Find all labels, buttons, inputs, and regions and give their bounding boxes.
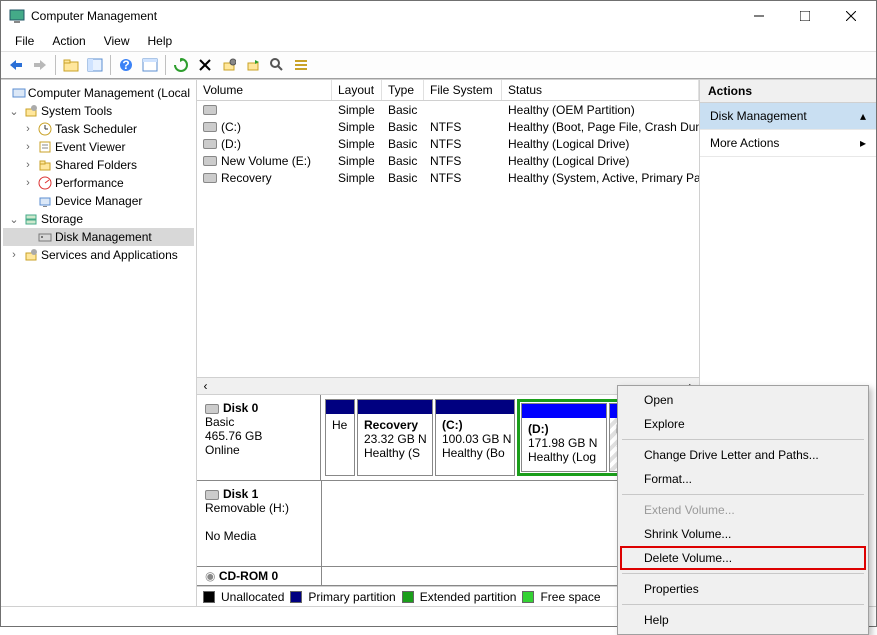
tree-task-scheduler[interactable]: ›Task Scheduler [3,120,194,138]
drive-icon [203,139,217,149]
minimize-button[interactable] [736,1,782,31]
menu-help[interactable]: Help [140,32,181,50]
disk1-info[interactable]: Disk 1 Removable (H:) No Media [197,481,322,566]
ctx-change-drive-letter[interactable]: Change Drive Letter and Paths... [620,443,866,467]
ctx-explore[interactable]: Explore [620,412,866,436]
volume-row[interactable]: New Volume (E:)SimpleBasicNTFSHealthy (L… [197,152,699,169]
menu-file[interactable]: File [7,32,42,50]
legend-swatch-unallocated [203,591,215,603]
show-hide-button[interactable] [84,54,106,76]
tree-shared-folders[interactable]: ›Shared Folders [3,156,194,174]
drive-icon [203,105,217,115]
maximize-button[interactable] [782,1,828,31]
volume-row[interactable]: (C:)SimpleBasicNTFSHealthy (Boot, Page F… [197,118,699,135]
disk-icon [205,404,219,414]
tree-storage[interactable]: ⌄Storage [3,210,194,228]
context-menu: Open Explore Change Drive Letter and Pat… [617,385,869,635]
up-button[interactable] [60,54,82,76]
nav-tree[interactable]: Computer Management (Local ⌄System Tools… [1,80,197,606]
forward-button[interactable] [29,54,51,76]
tree-device-manager[interactable]: Device Manager [3,192,194,210]
titlebar[interactable]: Computer Management [1,1,876,31]
legend-label: Extended partition [420,590,517,604]
legend-swatch-extended [402,591,414,603]
tree-root[interactable]: Computer Management (Local [3,84,194,102]
col-filesystem[interactable]: File System [424,80,502,100]
back-button[interactable] [5,54,27,76]
volume-list-header[interactable]: Volume Layout Type File System Status [197,80,699,101]
ctx-format[interactable]: Format... [620,467,866,491]
tree-performance[interactable]: ›Performance [3,174,194,192]
partition[interactable]: Recovery23.32 GB NHealthy (S [357,399,433,476]
legend-swatch-primary [290,591,302,603]
find-button[interactable] [266,54,288,76]
ctx-delete-volume[interactable]: Delete Volume... [620,546,866,570]
legend-label: Free space [540,590,600,604]
legend-swatch-free [522,591,534,603]
legend-label: Primary partition [308,590,395,604]
window-title: Computer Management [31,9,736,23]
menu-view[interactable]: View [96,32,138,50]
menu-bar: File Action View Help [1,31,876,51]
actions-header: Actions [700,80,876,103]
menu-action[interactable]: Action [44,32,93,50]
volume-row[interactable]: RecoverySimpleBasicNTFSHealthy (System, … [197,169,699,186]
help-button[interactable]: ? [115,54,137,76]
action-button[interactable] [242,54,264,76]
delete-button[interactable] [194,54,216,76]
tree-event-viewer[interactable]: ›Event Viewer [3,138,194,156]
tree-services-apps[interactable]: ›Services and Applications [3,246,194,264]
tree-disk-management[interactable]: Disk Management [3,228,194,246]
col-status[interactable]: Status [502,80,699,100]
toolbar: ? [1,51,876,79]
legend-label: Unallocated [221,590,284,604]
tree-system-tools[interactable]: ⌄System Tools [3,102,194,120]
computer-management-window: Computer Management File Action View Hel… [0,0,877,627]
svg-text:?: ? [122,58,129,72]
actions-more[interactable]: More Actions▸ [700,130,876,157]
ctx-open[interactable]: Open [620,388,866,412]
col-volume[interactable]: Volume [197,80,332,100]
partition-d[interactable]: (D:)171.98 GB NHealthy (Log [521,403,607,472]
ctx-shrink-volume[interactable]: Shrink Volume... [620,522,866,546]
volume-row[interactable]: SimpleBasicHealthy (OEM Partition) [197,101,699,118]
disk0-info[interactable]: Disk 0 Basic 465.76 GB Online [197,395,321,480]
drive-icon [203,173,217,183]
close-button[interactable] [828,1,874,31]
col-layout[interactable]: Layout [332,80,382,100]
collapse-icon: ▴ [860,109,866,123]
drive-icon [203,122,217,132]
ctx-extend-volume: Extend Volume... [620,498,866,522]
chevron-right-icon: ▸ [860,136,866,150]
drive-icon [203,156,217,166]
disk-icon [205,490,219,500]
refresh-button[interactable] [170,54,192,76]
volume-list[interactable]: Volume Layout Type File System Status Si… [197,80,699,377]
actions-disk-management[interactable]: Disk Management▴ [700,103,876,130]
app-icon [9,8,25,24]
list-button[interactable] [290,54,312,76]
partition[interactable]: He [325,399,355,476]
ctx-properties[interactable]: Properties [620,577,866,601]
col-type[interactable]: Type [382,80,424,100]
cdrom-info[interactable]: ◉ CD-ROM 0 [197,567,322,585]
volume-row[interactable]: (D:)SimpleBasicNTFSHealthy (Logical Driv… [197,135,699,152]
settings-button[interactable] [218,54,240,76]
ctx-help[interactable]: Help [620,608,866,632]
properties-button[interactable] [139,54,161,76]
partition[interactable]: (C:)100.03 GB NHealthy (Bo [435,399,515,476]
